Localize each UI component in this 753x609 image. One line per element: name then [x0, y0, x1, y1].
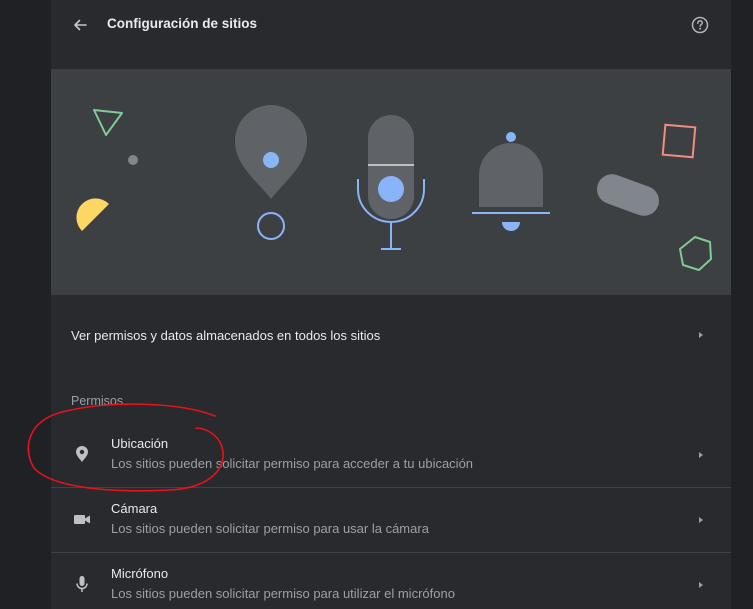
microphone-icon [71, 573, 93, 595]
arrow-back-icon [74, 19, 87, 31]
permission-row-camera[interactable]: Cámara Los sitios pueden solicitar permi… [51, 488, 731, 552]
microphone-illustration-icon [357, 115, 425, 250]
triangle-shape [93, 109, 123, 136]
page: Configuración de sitios Ver permisos y d… [0, 0, 753, 609]
permission-description: Los sitios pueden solicitar permiso para… [111, 521, 429, 536]
permission-description: Los sitios pueden solicitar permiso para… [111, 586, 455, 601]
pill-shape [597, 174, 659, 216]
chevron-right-icon [699, 452, 703, 458]
hexagon-shape [679, 236, 712, 271]
permission-title: Micrófono [111, 566, 169, 581]
all-sites-label: Ver permisos y datos almacenados en todo… [71, 328, 381, 343]
help-icon [691, 16, 709, 34]
permission-description: Los sitios pueden solicitar permiso para… [111, 456, 474, 471]
back-button[interactable] [68, 13, 92, 37]
dot-shape [128, 155, 138, 165]
settings-panel: Configuración de sitios Ver permisos y d… [51, 0, 731, 609]
camera-icon [71, 508, 93, 530]
location-pin-icon [71, 443, 93, 465]
chevron-right-icon [699, 332, 703, 338]
hero-illustration [51, 69, 731, 295]
square-shape [661, 123, 697, 159]
all-sites-row[interactable]: Ver permisos y datos almacenados en todo… [51, 310, 731, 362]
location-pin-illustration-icon [235, 105, 307, 240]
permission-title: Cámara [111, 501, 158, 516]
permission-title: Ubicación [111, 436, 169, 451]
header: Configuración de sitios [51, 0, 731, 50]
permission-row-microphone[interactable]: Micrófono Los sitios pueden solicitar pe… [51, 553, 731, 609]
chevron-right-icon [699, 582, 703, 588]
page-title: Configuración de sitios [107, 16, 258, 31]
permission-row-location[interactable]: Ubicación Los sitios pueden solicitar pe… [51, 423, 731, 487]
chevron-right-icon [699, 517, 703, 523]
permissions-section-title: Permisos [71, 394, 124, 408]
help-button[interactable] [689, 14, 711, 36]
bell-illustration-icon [472, 132, 550, 231]
half-circle-shape [76, 198, 109, 231]
